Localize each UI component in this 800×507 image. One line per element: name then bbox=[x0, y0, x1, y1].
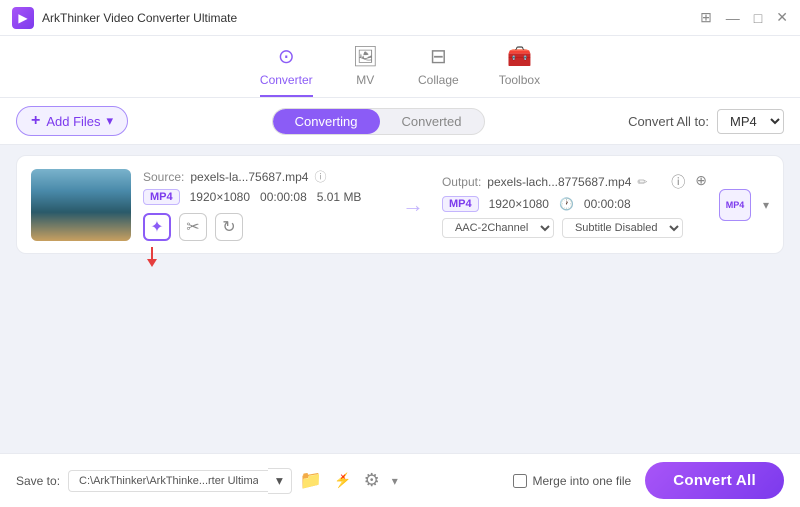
mv-icon: 🖼 bbox=[353, 44, 378, 69]
nav-toolbox-label: Toolbox bbox=[499, 73, 540, 87]
info2-icon[interactable]: ⓘ bbox=[671, 172, 685, 192]
output-settings: AAC-2Channel Subtitle Disabled bbox=[442, 218, 707, 238]
tab-converting[interactable]: Converting bbox=[273, 109, 380, 134]
refresh-button[interactable]: ↻ bbox=[215, 213, 243, 241]
title-bar-left: ▶ ArkThinker Video Converter Ultimate bbox=[12, 7, 237, 29]
tab-group: Converting Converted bbox=[272, 108, 485, 135]
nav-mv-label: MV bbox=[356, 73, 374, 87]
collage-icon: ⊟ bbox=[430, 44, 447, 69]
convert-all-button[interactable]: Convert All bbox=[645, 462, 784, 499]
effect-button[interactable]: ✦ bbox=[143, 213, 171, 241]
source-label: Source: bbox=[143, 170, 184, 184]
output-format-badge: MP4 bbox=[442, 196, 479, 212]
subtitle-select[interactable]: Subtitle Disabled bbox=[562, 218, 683, 238]
tab-converted[interactable]: Converted bbox=[380, 109, 484, 134]
nav-converter-label: Converter bbox=[260, 73, 313, 87]
merge-label: Merge into one file bbox=[533, 474, 632, 488]
nav-collage-label: Collage bbox=[418, 73, 459, 87]
add-files-label: Add Files bbox=[46, 114, 100, 129]
source-filename: pexels-la...75687.mp4 bbox=[190, 170, 308, 184]
convert-all-section: Convert All to: MP4 MKV AVI bbox=[628, 109, 784, 134]
cut-button[interactable]: ✂ bbox=[179, 213, 207, 241]
file-thumbnail bbox=[31, 169, 131, 241]
output-label: Output: bbox=[442, 175, 481, 189]
add-output-icon[interactable]: ⊕ bbox=[695, 172, 707, 192]
output-filename: pexels-lach...8775687.mp4 bbox=[487, 175, 631, 189]
bottom-toolbar-icons: 📁 ⚡× ⚙ ▾ bbox=[300, 470, 398, 491]
format-select[interactable]: MP4 MKV AVI bbox=[717, 109, 784, 134]
minimize-icon[interactable]: — bbox=[726, 10, 740, 26]
title-bar-controls[interactable]: ⊞ — □ ✕ bbox=[700, 9, 788, 26]
save-path: ▾ bbox=[68, 468, 292, 494]
source-size: 5.01 MB bbox=[317, 190, 362, 204]
file-info: Source: pexels-la...75687.mp4 ⓘ MP4 1920… bbox=[143, 168, 384, 241]
main-content: Source: pexels-la...75687.mp4 ⓘ MP4 1920… bbox=[0, 145, 800, 453]
bottom-right: Merge into one file Convert All bbox=[513, 462, 785, 499]
output-resolution: 1920×1080 bbox=[489, 197, 549, 211]
audio-channel-select[interactable]: AAC-2Channel bbox=[442, 218, 554, 238]
nav-collage[interactable]: ⊟ Collage bbox=[418, 44, 459, 97]
source-format-badge: MP4 bbox=[143, 189, 180, 205]
thumbnail-image bbox=[31, 169, 131, 241]
nav-mv[interactable]: 🖼 MV bbox=[353, 44, 378, 97]
clock-icon: 🕐 bbox=[559, 197, 574, 211]
source-duration: 00:00:08 bbox=[260, 190, 307, 204]
save-to-label: Save to: bbox=[16, 474, 60, 488]
merge-checkbox-input[interactable] bbox=[513, 474, 527, 488]
flash-off-icon[interactable]: ⚡× bbox=[334, 472, 351, 489]
mp4-dropdown-arrow[interactable]: ▾ bbox=[763, 198, 769, 212]
app-icon: ▶ bbox=[12, 7, 34, 29]
toolbox-icon: 🧰 bbox=[507, 44, 532, 69]
source-resolution: 1920×1080 bbox=[190, 190, 250, 204]
maximize-icon[interactable]: □ bbox=[754, 10, 762, 26]
converter-icon: ⊙ bbox=[278, 44, 295, 69]
nav-converter[interactable]: ⊙ Converter bbox=[260, 44, 313, 97]
folder-icon[interactable]: 📁 bbox=[300, 470, 322, 491]
source-meta-line: MP4 1920×1080 00:00:08 5.01 MB bbox=[143, 189, 384, 205]
settings2-icon[interactable]: ⚙ bbox=[364, 470, 380, 491]
app-title: ArkThinker Video Converter Ultimate bbox=[42, 11, 237, 25]
file-card: Source: pexels-la...75687.mp4 ⓘ MP4 1920… bbox=[16, 155, 784, 254]
toolbar: + Add Files ▾ Converting Converted Conve… bbox=[0, 98, 800, 145]
dropdown-arrow-icon: ▾ bbox=[107, 113, 114, 129]
output-meta-line: MP4 1920×1080 🕐 00:00:08 bbox=[442, 196, 707, 212]
nav-toolbox[interactable]: 🧰 Toolbox bbox=[499, 44, 540, 97]
save-path-input[interactable] bbox=[68, 470, 268, 492]
nav-bar: ⊙ Converter 🖼 MV ⊟ Collage 🧰 Toolbox bbox=[0, 36, 800, 98]
plus-icon: + bbox=[31, 112, 40, 130]
source-line: Source: pexels-la...75687.mp4 ⓘ bbox=[143, 168, 384, 185]
bottom-bar: Save to: ▾ 📁 ⚡× ⚙ ▾ Merge into one file … bbox=[0, 453, 800, 507]
close-icon[interactable]: ✕ bbox=[776, 9, 788, 26]
action-icons: ✦ ✂ ↻ bbox=[143, 213, 384, 241]
settings-arrow-icon[interactable]: ▾ bbox=[392, 474, 398, 488]
save-to-section: Save to: ▾ 📁 ⚡× ⚙ ▾ bbox=[16, 468, 398, 494]
convert-all-label: Convert All to: bbox=[628, 114, 709, 129]
add-files-button[interactable]: + Add Files ▾ bbox=[16, 106, 128, 136]
grid-icon[interactable]: ⊞ bbox=[700, 9, 712, 26]
output-duration: 00:00:08 bbox=[584, 197, 631, 211]
info-icon[interactable]: ⓘ bbox=[314, 168, 326, 185]
merge-checkbox-label[interactable]: Merge into one file bbox=[513, 474, 632, 488]
mp4-format-thumb[interactable]: MP4 bbox=[719, 189, 751, 221]
output-line: Output: pexels-lach...8775687.mp4 ✏ ⓘ ⊕ bbox=[442, 172, 707, 192]
convert-arrow-icon: → bbox=[396, 192, 430, 218]
edit-filename-icon[interactable]: ✏ bbox=[637, 175, 647, 189]
path-dropdown-button[interactable]: ▾ bbox=[268, 468, 292, 494]
output-section: Output: pexels-lach...8775687.mp4 ✏ ⓘ ⊕ … bbox=[442, 172, 707, 238]
title-bar: ▶ ArkThinker Video Converter Ultimate ⊞ … bbox=[0, 0, 800, 36]
